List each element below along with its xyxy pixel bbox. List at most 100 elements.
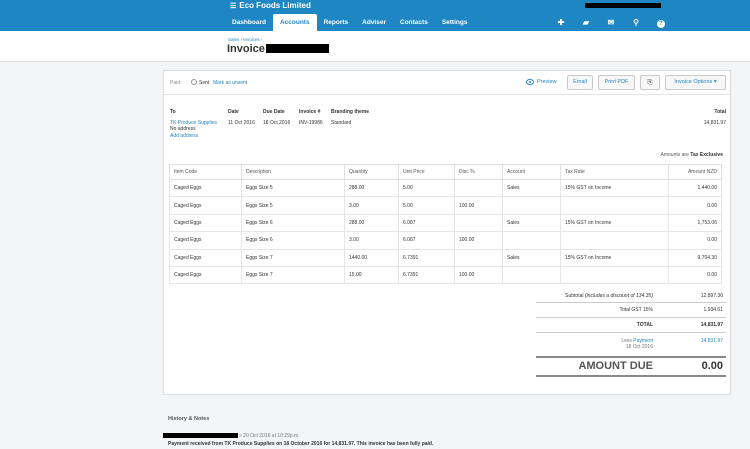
branding-label: Branding theme — [331, 109, 370, 115]
subtotal-row: Subtotal (includes a discount of 134.35)… — [536, 293, 726, 305]
copy-button[interactable]: ⎘ — [640, 75, 660, 90]
table-row: Caged Eggs Eggs Size 7 15.00 6.7391 100.… — [169, 265, 722, 285]
tab-dashboard[interactable]: Dashboard — [225, 14, 273, 31]
amount-due-value: 0.00 — [701, 360, 723, 372]
cell-tax-rate: 15% GST on Income — [560, 248, 669, 267]
table-row: Caged Eggs Eggs Size 6 3.00 6.087 100.00… — [169, 231, 722, 250]
cell-quantity: 1440.00 — [344, 248, 399, 267]
cell-unit-price: 5.00 — [398, 196, 455, 215]
search-icon[interactable]: ⚲ — [630, 18, 642, 27]
cell-description: Eggs Size 5 — [241, 178, 345, 198]
redacted-user — [585, 3, 661, 8]
tab-adviser[interactable]: Adviser — [355, 14, 393, 31]
cell-discount: 100.00 — [454, 265, 503, 285]
history-time: » 20 Oct 2016 at 10:29p.m. — [239, 433, 300, 439]
cell-item-code: Caged Eggs — [169, 265, 242, 285]
cell-description: Eggs Size 6 — [241, 213, 345, 233]
top-icon-group: ✚ ▰ ✉ ⚲ ? — [555, 14, 667, 31]
history-title: History & Notes — [168, 416, 210, 422]
table-row: Caged Eggs Eggs Size 5 3.00 5.00 100.00 … — [169, 196, 722, 215]
page-header: Sales › Invoices › Invoice — [0, 31, 750, 62]
help-icon[interactable]: ? — [655, 18, 667, 28]
col-description: Description — [241, 164, 345, 180]
no-address: No address — [170, 126, 196, 132]
cell-item-code: Caged Eggs — [169, 231, 242, 250]
menu-icon: ☰ — [230, 2, 237, 10]
invoice-toolbar: Paid: Sent Mark as unsent Preview Email … — [164, 71, 730, 95]
divider — [536, 317, 726, 318]
cell-tax-rate: 15% GST on Income — [560, 178, 669, 198]
cell-discount: 100.00 — [454, 196, 503, 215]
col-quantity: Quantity — [344, 164, 399, 180]
breadcrumb[interactable]: Sales › Invoices › — [228, 37, 263, 42]
invoice-number-label: Invoice # — [299, 109, 321, 115]
folder-icon[interactable]: ▰ — [580, 18, 592, 27]
cell-account: Sales — [502, 178, 561, 198]
redacted-invoice-id — [266, 44, 329, 53]
col-account: Account — [502, 164, 561, 180]
cell-amount: 0.00 — [668, 231, 722, 250]
cell-account — [502, 265, 561, 285]
cell-description: Eggs Size 7 — [241, 248, 345, 267]
tab-accounts[interactable]: Accounts — [272, 14, 317, 31]
cell-tax-rate — [560, 196, 669, 215]
sent-label: Sent — [199, 80, 210, 86]
col-amount: Amount NZD — [668, 164, 722, 180]
payment-date-row: 18 Oct 2016 — [536, 344, 726, 356]
cell-description: Eggs Size 6 — [241, 231, 345, 250]
cell-unit-price: 6.7391 — [398, 248, 455, 267]
cell-amount: 1,440.00 — [668, 178, 722, 198]
cell-unit-price: 6.087 — [398, 213, 455, 233]
grand-total-value: 14,831.97 — [700, 322, 723, 328]
tab-settings[interactable]: Settings — [435, 14, 475, 31]
divider — [536, 375, 726, 377]
cell-account — [502, 231, 561, 250]
cell-unit-price: 6.087 — [398, 231, 455, 250]
invoice-meta: To TK Produce Supplies No address Add ad… — [170, 109, 726, 149]
main-nav: Dashboard Accounts Reports Adviser Conta… — [225, 14, 474, 31]
amounts-are: Amounts are Tax Exclusive — [660, 152, 723, 158]
cell-account — [502, 196, 561, 215]
eye-icon[interactable] — [526, 79, 534, 85]
due-date: 18 Oct 2016 — [263, 120, 291, 126]
invoice-number: INV-19986 — [299, 120, 323, 126]
tab-contacts[interactable]: Contacts — [393, 14, 435, 31]
copy-icon: ⎘ — [647, 79, 653, 86]
to-label: To — [170, 109, 176, 115]
cell-amount: 0.00 — [668, 265, 722, 285]
total-label: Total — [714, 109, 726, 115]
print-pdf-button[interactable]: Print PDF — [598, 75, 635, 90]
mail-icon[interactable]: ✉ — [605, 18, 617, 27]
cell-item-code: Caged Eggs — [169, 248, 242, 267]
cell-amount: 0.00 — [668, 196, 722, 215]
gst-label: Total GST 15% — [619, 307, 653, 313]
tab-reports[interactable]: Reports — [317, 14, 356, 31]
cell-quantity: 3.00 — [344, 196, 399, 215]
cell-item-code: Caged Eggs — [169, 178, 242, 198]
email-button[interactable]: Email — [567, 75, 593, 90]
org-switcher[interactable]: ☰ Eco Foods Limited — [230, 1, 311, 10]
branding-value: Standard — [331, 120, 352, 126]
col-unit-price: Unit Price — [398, 164, 455, 180]
mark-unsent-link[interactable]: Mark as unsent — [213, 80, 247, 86]
invoice-options-button[interactable]: Invoice Options ▾ — [665, 75, 726, 90]
org-name: Eco Foods Limited — [239, 1, 311, 10]
cell-amount: 1,753.06 — [668, 213, 722, 233]
invoice-date: 11 Oct 2016 — [228, 120, 255, 126]
top-bar: ☰ Eco Foods Limited Dashboard Accounts R… — [0, 0, 750, 31]
subtotal-value: 12,897.36 — [700, 293, 723, 299]
add-address-link[interactable]: Add address — [170, 133, 198, 139]
col-item-code: Item Code — [169, 164, 242, 180]
cell-tax-rate — [560, 231, 669, 250]
cell-account: Sales — [502, 248, 561, 267]
table-row: Caged Eggs Eggs Size 7 1440.00 6.7391 Sa… — [169, 248, 722, 267]
payment-date: 18 Oct 2016 — [625, 344, 653, 350]
cell-description: Eggs Size 5 — [241, 196, 345, 215]
history-message: Payment received from TK Produce Supplie… — [168, 441, 434, 447]
preview-link[interactable]: Preview — [537, 79, 557, 85]
redacted-history-user — [163, 433, 238, 438]
cell-tax-rate: 15% GST on Income — [560, 213, 669, 233]
cell-discount: 100.00 — [454, 231, 503, 250]
plus-icon[interactable]: ✚ — [555, 18, 567, 27]
table-header-row: Item Code Description Quantity Unit Pric… — [169, 164, 722, 180]
